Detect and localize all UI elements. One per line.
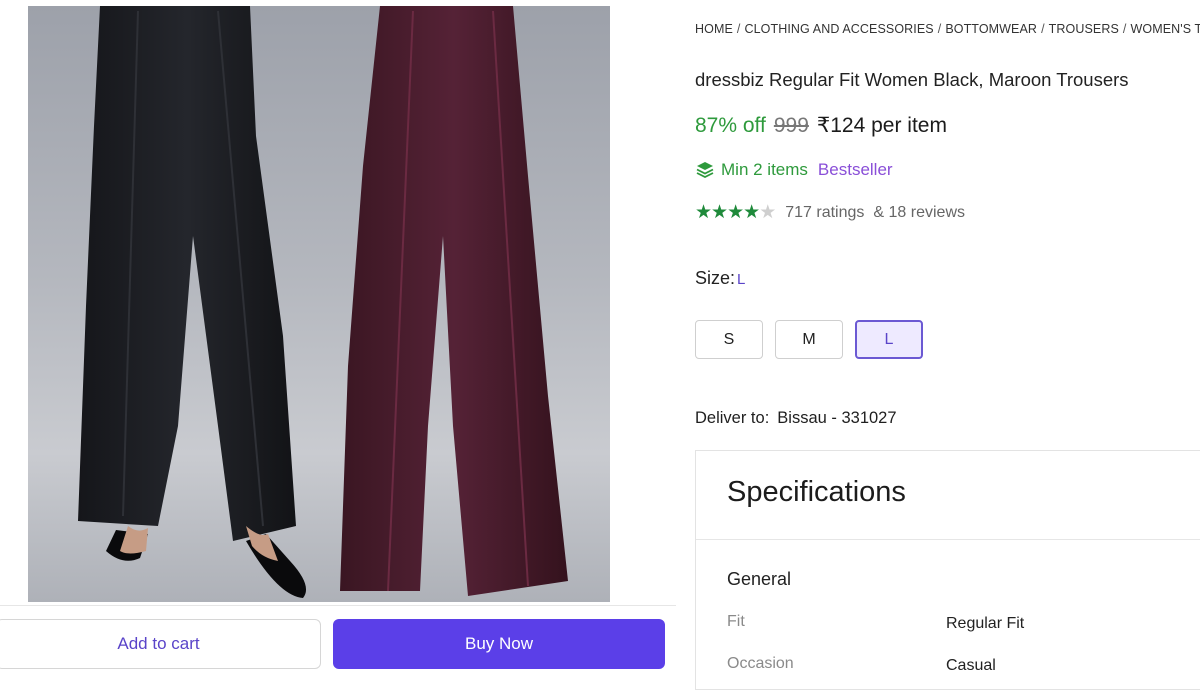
mrp-price: 999 — [773, 114, 809, 137]
offer-row: Min 2 items Bestseller — [695, 160, 893, 180]
selected-size-value: L — [737, 271, 746, 288]
star-icon: ★ — [695, 202, 712, 223]
rating-row[interactable]: ★★★★★ 717 ratings & 18 reviews — [695, 201, 965, 224]
action-bar: Add to cart Buy Now — [0, 605, 676, 675]
discount-label: 87% off — [695, 114, 766, 137]
deliver-to-label: Deliver to: — [695, 409, 770, 427]
breadcrumb-item-home[interactable]: HOME — [695, 22, 733, 36]
breadcrumb-item-bottomwear[interactable]: BOTTOMWEAR — [945, 22, 1037, 36]
specifications-title: Specifications — [727, 476, 906, 508]
breadcrumb-separator: / — [937, 22, 942, 36]
layers-icon — [695, 160, 715, 180]
size-option-s[interactable]: S — [695, 320, 763, 359]
size-label: Size: L — [695, 268, 745, 289]
breadcrumb-separator: / — [736, 22, 741, 36]
min-items-label: Min 2 items — [721, 160, 808, 179]
spec-key-occasion: Occasion — [727, 655, 794, 672]
breadcrumb-separator: / — [1041, 22, 1045, 36]
bestseller-badge: Bestseller — [817, 160, 893, 179]
selling-price: ₹124 per item — [816, 114, 947, 137]
size-option-l[interactable]: L — [855, 320, 923, 359]
star-rating: ★★★★★ — [695, 201, 776, 224]
size-label-text: Size: — [695, 268, 736, 288]
star-empty-icon: ★ — [759, 202, 776, 223]
breadcrumb-item-womens-trousers[interactable]: WOMEN'S TROUSERS — [1130, 22, 1200, 36]
star-icon: ★ — [743, 202, 760, 223]
star-icon: ★ — [711, 202, 728, 223]
product-image[interactable] — [28, 6, 610, 602]
reviews-count[interactable]: & 18 reviews — [873, 204, 965, 222]
divider — [696, 539, 1200, 540]
spec-key-fit: Fit — [727, 613, 745, 630]
product-title: dressbiz Regular Fit Women Black, Maroon… — [695, 69, 1129, 90]
star-icon: ★ — [727, 202, 744, 223]
spec-value-fit: Regular Fit — [946, 615, 1025, 632]
specifications-panel: Specifications General Fit Regular Fit O… — [695, 450, 1200, 690]
add-to-cart-button[interactable]: Add to cart — [0, 619, 321, 669]
delivery-row[interactable]: Deliver to: Bissau - 331027 — [695, 409, 897, 428]
delivery-location[interactable]: Bissau - 331027 — [777, 409, 896, 427]
buy-now-button[interactable]: Buy Now — [333, 619, 665, 669]
price-row: 87% off 999 ₹124 per item — [695, 113, 947, 138]
breadcrumb-item-trousers[interactable]: TROUSERS — [1049, 22, 1119, 36]
breadcrumb-item-clothing[interactable]: CLOTHING AND ACCESSORIES — [744, 22, 933, 36]
breadcrumb: HOME / CLOTHING AND ACCESSORIES / BOTTOMWEAR… — [695, 22, 1200, 36]
product-photo — [78, 6, 568, 598]
spec-value-occasion: Casual — [946, 657, 996, 674]
ratings-count[interactable]: 717 ratings — [785, 204, 864, 222]
breadcrumb-separator: / — [1122, 22, 1127, 36]
size-option-m[interactable]: M — [775, 320, 843, 359]
spec-group-title: General — [727, 569, 792, 589]
